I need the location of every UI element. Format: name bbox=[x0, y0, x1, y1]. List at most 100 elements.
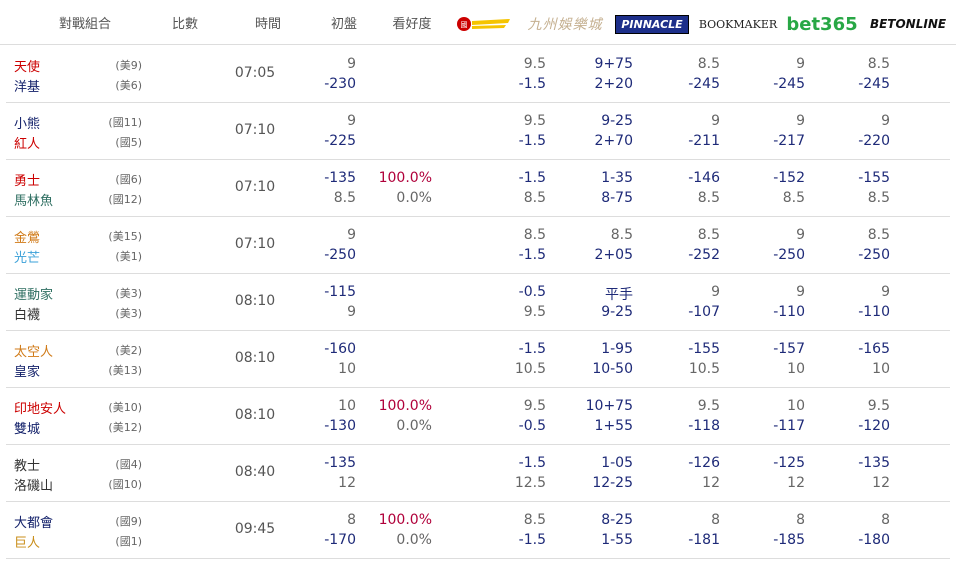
odds-value[interactable]: -250 bbox=[830, 247, 890, 263]
odds-value[interactable]: -1.5 bbox=[486, 133, 546, 149]
odds-value[interactable]: -146 bbox=[660, 170, 720, 186]
odds-value[interactable]: -155 bbox=[660, 341, 720, 357]
odds-value[interactable]: -180 bbox=[830, 532, 890, 548]
odds-value[interactable]: -126 bbox=[660, 455, 720, 471]
odds-value[interactable]: -0.5 bbox=[486, 418, 546, 434]
odds-value[interactable]: -135 bbox=[830, 455, 890, 471]
odds-value[interactable]: -1.5 bbox=[486, 247, 546, 263]
odds-value[interactable]: 10 bbox=[745, 398, 805, 414]
odds-value[interactable]: 8 bbox=[660, 512, 720, 528]
odds-value[interactable]: 10.5 bbox=[660, 361, 720, 377]
odds-value[interactable]: 9-25 bbox=[573, 304, 633, 320]
game-row[interactable]: 勇士 (國6) 馬林魚 (國12) 07:10 -135 8.5 100.0% 0.0% -1.5… bbox=[6, 159, 950, 217]
odds-value[interactable]: 9.5 bbox=[660, 398, 720, 414]
odds-value[interactable]: 9 bbox=[745, 284, 805, 300]
odds-value[interactable]: -165 bbox=[830, 341, 890, 357]
odds-value[interactable]: -185 bbox=[745, 532, 805, 548]
odds-value[interactable]: 8-75 bbox=[573, 190, 633, 206]
odds-value[interactable]: 8-25 bbox=[573, 512, 633, 528]
odds-value[interactable]: 8.5 bbox=[486, 512, 546, 528]
odds-value[interactable]: 2+20 bbox=[573, 76, 633, 92]
odds-value[interactable]: 1-05 bbox=[573, 455, 633, 471]
odds-value[interactable]: 9 bbox=[660, 113, 720, 129]
game-row[interactable]: 大都會 (國9) 巨人 (國1) 09:45 8 -170 100.0% 0.0% 8.5 -1.5… bbox=[6, 501, 950, 559]
team-name[interactable]: 雙城 bbox=[14, 418, 40, 437]
odds-value[interactable]: 8.5 bbox=[830, 56, 890, 72]
odds-value[interactable]: 9 bbox=[745, 113, 805, 129]
odds-value[interactable]: 2+05 bbox=[573, 247, 633, 263]
odds-value[interactable]: -110 bbox=[830, 304, 890, 320]
odds-value[interactable]: -1.5 bbox=[486, 170, 546, 186]
odds-value[interactable]: 9 bbox=[830, 113, 890, 129]
odds-value[interactable]: 2+70 bbox=[573, 133, 633, 149]
game-row[interactable]: 天使 (美9) 洋基 (美6) 07:05 9 -230 9.5 -1.5 9+75 2+20 8.5… bbox=[6, 45, 950, 103]
odds-value[interactable]: 9.5 bbox=[486, 304, 546, 320]
odds-value[interactable]: 9 bbox=[830, 284, 890, 300]
odds-value[interactable]: 9.5 bbox=[486, 113, 546, 129]
odds-value[interactable]: -252 bbox=[660, 247, 720, 263]
odds-value[interactable]: -1.5 bbox=[486, 76, 546, 92]
game-row[interactable]: 太空人 (美2) 皇家 (美13) 08:10 -160 10 -1.5 10.5 1-95 10-… bbox=[6, 330, 950, 388]
odds-value[interactable]: 8.5 bbox=[573, 227, 633, 243]
odds-value[interactable]: -1.5 bbox=[486, 532, 546, 548]
odds-value[interactable]: -157 bbox=[745, 341, 805, 357]
odds-value[interactable]: -181 bbox=[660, 532, 720, 548]
odds-value[interactable]: -250 bbox=[745, 247, 805, 263]
team-name[interactable]: 勇士 bbox=[14, 170, 40, 189]
team-name[interactable]: 天使 bbox=[14, 56, 40, 75]
team-name[interactable]: 洛磯山 bbox=[14, 475, 53, 494]
game-row[interactable]: 金鶯 (美15) 光芒 (美1) 07:10 9 -250 8.5 -1.5 8.5 2+05 8.5… bbox=[6, 216, 950, 274]
odds-value[interactable]: 8.5 bbox=[745, 190, 805, 206]
team-name[interactable]: 巨人 bbox=[14, 532, 40, 551]
odds-value[interactable]: 10-50 bbox=[573, 361, 633, 377]
team-name[interactable]: 印地安人 bbox=[14, 398, 66, 417]
odds-value[interactable]: -0.5 bbox=[486, 284, 546, 300]
odds-value[interactable]: 8.5 bbox=[660, 56, 720, 72]
odds-value[interactable]: -155 bbox=[830, 170, 890, 186]
odds-value[interactable]: 12.5 bbox=[486, 475, 546, 491]
odds-value[interactable]: 12-25 bbox=[573, 475, 633, 491]
odds-value[interactable]: 10.5 bbox=[486, 361, 546, 377]
odds-value[interactable]: 平手 bbox=[573, 284, 633, 304]
odds-value[interactable]: -125 bbox=[745, 455, 805, 471]
odds-value[interactable]: 9-25 bbox=[573, 113, 633, 129]
odds-value[interactable]: 9.5 bbox=[486, 56, 546, 72]
team-name[interactable]: 小熊 bbox=[14, 113, 40, 132]
odds-value[interactable]: -118 bbox=[660, 418, 720, 434]
odds-value[interactable]: 10+75 bbox=[573, 398, 633, 414]
team-name[interactable]: 洋基 bbox=[14, 76, 40, 95]
odds-value[interactable]: 12 bbox=[830, 475, 890, 491]
odds-value[interactable]: 8 bbox=[745, 512, 805, 528]
team-name[interactable]: 教士 bbox=[14, 455, 40, 474]
odds-value[interactable]: -107 bbox=[660, 304, 720, 320]
odds-value[interactable]: 8.5 bbox=[486, 190, 546, 206]
odds-value[interactable]: 8.5 bbox=[660, 227, 720, 243]
team-name[interactable]: 大都會 bbox=[14, 512, 53, 531]
odds-value[interactable]: -152 bbox=[745, 170, 805, 186]
odds-value[interactable]: 9.5 bbox=[830, 398, 890, 414]
odds-value[interactable]: 9 bbox=[745, 56, 805, 72]
odds-value[interactable]: -1.5 bbox=[486, 455, 546, 471]
odds-value[interactable]: 9 bbox=[660, 284, 720, 300]
odds-value[interactable]: -245 bbox=[830, 76, 890, 92]
game-row[interactable]: 教士 (國4) 洛磯山 (國10) 08:40 -135 12 -1.5 12.5 1-05 12-… bbox=[6, 444, 950, 502]
odds-value[interactable]: 1-95 bbox=[573, 341, 633, 357]
odds-value[interactable]: 9.5 bbox=[486, 398, 546, 414]
team-name[interactable]: 皇家 bbox=[14, 361, 40, 380]
game-row[interactable]: 小熊 (國11) 紅人 (國5) 07:10 9 -225 9.5 -1.5 9-25 2+70 9 -… bbox=[6, 102, 950, 160]
odds-value[interactable]: -245 bbox=[745, 76, 805, 92]
odds-value[interactable]: -220 bbox=[830, 133, 890, 149]
game-row[interactable]: 運動家 (美3) 白襪 (美3) 08:10 -115 9 -0.5 9.5 平手 9-25 9 -10… bbox=[6, 273, 950, 331]
odds-value[interactable]: 8 bbox=[830, 512, 890, 528]
odds-value[interactable]: 12 bbox=[745, 475, 805, 491]
odds-value[interactable]: 1-35 bbox=[573, 170, 633, 186]
team-name[interactable]: 金鶯 bbox=[14, 227, 40, 246]
odds-value[interactable]: 8.5 bbox=[830, 227, 890, 243]
odds-value[interactable]: 10 bbox=[745, 361, 805, 377]
odds-value[interactable]: 9+75 bbox=[573, 56, 633, 72]
team-name[interactable]: 光芒 bbox=[14, 247, 40, 266]
odds-value[interactable]: 10 bbox=[830, 361, 890, 377]
odds-value[interactable]: -117 bbox=[745, 418, 805, 434]
odds-value[interactable]: 8.5 bbox=[830, 190, 890, 206]
odds-value[interactable]: -245 bbox=[660, 76, 720, 92]
